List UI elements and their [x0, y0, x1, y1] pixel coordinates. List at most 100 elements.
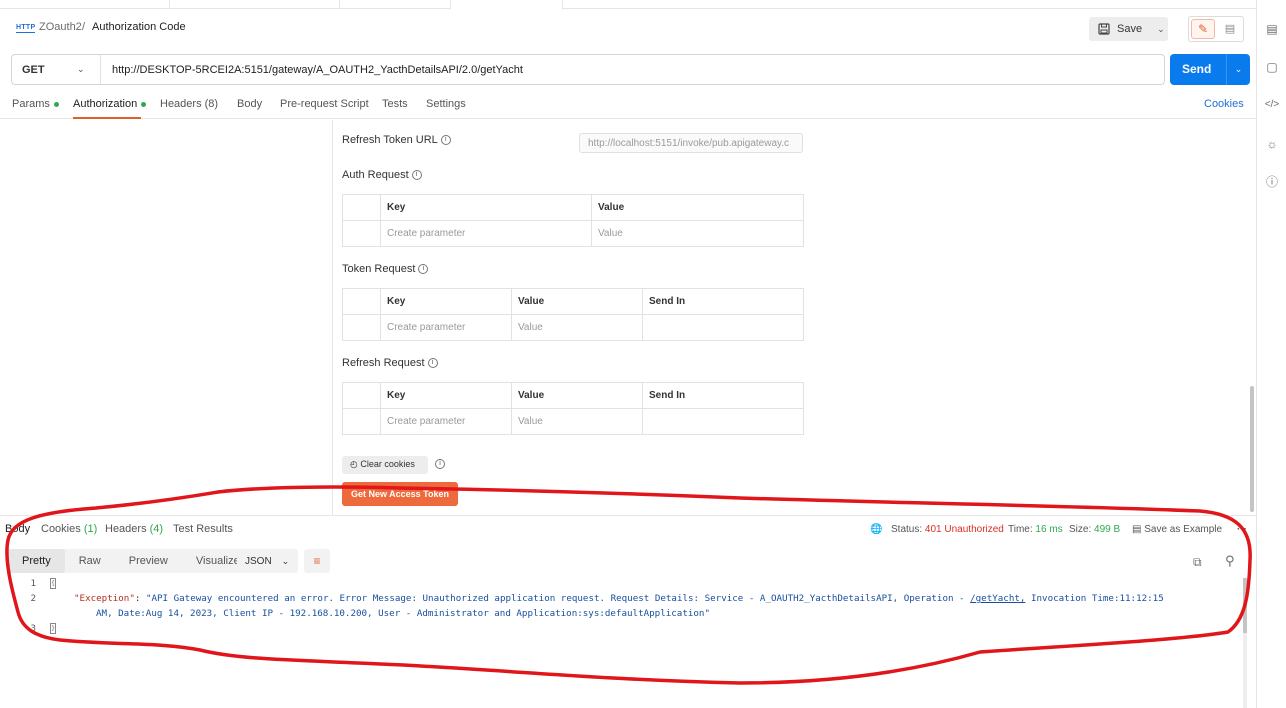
info-icon[interactable]: ⓘ [1264, 174, 1280, 190]
url-bar: GET ⌄ http://DESKTOP-5RCEI2A:5151/gatewa… [11, 54, 1165, 85]
send-button[interactable]: Send ⌄ [1170, 54, 1250, 85]
tab-tests[interactable]: Tests [382, 98, 408, 110]
value-input[interactable]: Value [511, 314, 643, 341]
col-value: Value [511, 288, 643, 315]
info-icon[interactable]: i [435, 459, 445, 469]
key-input[interactable]: Create parameter [380, 220, 592, 247]
comment-icon[interactable]: ▤ [1219, 19, 1241, 39]
code-line: AM, Date:Aug 14, 2023, Client IP - 192.1… [96, 608, 710, 619]
json-colon: : [134, 593, 146, 604]
send-label: Send [1182, 62, 1212, 76]
breadcrumb-collection[interactable]: ZOauth2 [39, 21, 82, 33]
view-pretty[interactable]: Pretty [8, 549, 65, 573]
http-icon: HTTP [16, 24, 36, 33]
info-icon[interactable]: i [440, 135, 451, 146]
value-input[interactable]: Value [591, 220, 804, 247]
fold-toggle-icon[interactable]: { [50, 578, 56, 589]
scrollbar-thumb[interactable] [1250, 386, 1254, 512]
fold-toggle-icon[interactable]: } [50, 623, 56, 634]
request-tabs: Params Authorization Headers (8) Body Pr… [0, 96, 1256, 119]
response-tab-cookies-label: Cookies [41, 523, 81, 535]
pencil-icon[interactable]: ✎ [1191, 19, 1215, 39]
clear-cookies-label: Clear cookies [360, 459, 415, 469]
col-key: Key [380, 288, 512, 315]
tab-settings[interactable]: Settings [426, 98, 466, 110]
refresh-request-table: Key Value Send In Create parameter Value [342, 382, 804, 435]
chevron-down-icon: ⌄ [77, 64, 85, 74]
response-scrollbar[interactable] [1243, 578, 1247, 708]
scrollbar-thumb[interactable] [1243, 578, 1247, 633]
copy-icon[interactable]: ⧉ [1193, 555, 1202, 570]
response-panel: Body Cookies (1) Headers (4) Test Result… [0, 515, 1256, 708]
json-value: Invocation Time:11:12:15 [1025, 593, 1164, 604]
response-tab-headers[interactable]: Headers (4) [105, 523, 163, 535]
tab-headers[interactable]: Headers (8) [160, 98, 218, 110]
size-info[interactable]: Size: 499 B [1069, 524, 1120, 535]
code-icon[interactable]: </> [1264, 97, 1280, 113]
value-input[interactable]: Value [511, 408, 643, 435]
right-sidebar: ▤ ▢ </> ☼ ⓘ [1256, 0, 1286, 708]
row-checkbox-cell [342, 220, 381, 247]
key-input[interactable]: Create parameter [380, 408, 512, 435]
document-icon[interactable]: ▤ [1264, 21, 1280, 37]
tab-strip [0, 0, 1256, 10]
tab-body[interactable]: Body [237, 98, 262, 110]
chevron-down-icon[interactable]: ⌄ [1157, 24, 1165, 35]
format-select[interactable]: JSON ⌄ [237, 549, 298, 573]
cookies-link[interactable]: Cookies [1204, 98, 1244, 110]
token-request-table: Key Value Send In Create parameter Value [342, 288, 804, 341]
json-value-link[interactable]: /getYacht, [970, 593, 1025, 604]
tab-params[interactable]: Params [12, 98, 59, 110]
method-select[interactable]: GET ⌄ [12, 55, 101, 84]
more-icon[interactable]: ··· [1237, 524, 1247, 535]
chevron-down-icon: ⌄ [281, 556, 290, 566]
request-header: HTTP ZOauth2 / Authorization Code Save ⌄… [0, 9, 1256, 49]
response-view-tabs: Pretty Raw Preview Visualize [8, 549, 254, 573]
row-checkbox-cell [342, 408, 381, 435]
save-as-example-label: Save as Example [1144, 524, 1223, 535]
breadcrumb-request-name[interactable]: Authorization Code [92, 21, 186, 33]
send-in-select[interactable] [642, 408, 804, 435]
url-input[interactable]: http://DESKTOP-5RCEI2A:5151/gateway/A_OA… [112, 64, 523, 76]
response-body-editor[interactable]: 1 { 2 "Exception": "API Gateway encounte… [0, 578, 1246, 638]
info-icon[interactable]: i [427, 358, 438, 369]
key-input[interactable]: Create parameter [380, 314, 512, 341]
bulb-icon[interactable]: ☼ [1264, 136, 1280, 152]
json-key: "Exception" [74, 593, 135, 604]
globe-icon[interactable]: 🌐 [870, 524, 882, 535]
view-preview[interactable]: Preview [115, 549, 182, 573]
comment-icon[interactable]: ▢ [1264, 59, 1280, 75]
col-key: Key [380, 382, 512, 409]
tab-prerequest-script[interactable]: Pre-request Script [280, 98, 369, 110]
send-in-select[interactable] [642, 314, 804, 341]
view-raw[interactable]: Raw [65, 549, 115, 573]
tab-authorization[interactable]: Authorization [73, 98, 147, 110]
save-icon: ▤ [1132, 524, 1145, 535]
col-value: Value [591, 194, 804, 221]
search-icon[interactable]: ⚲ [1225, 553, 1235, 569]
request-tab[interactable] [170, 0, 340, 9]
clear-cookies-button[interactable]: ◴ Clear cookies [342, 456, 428, 474]
info-icon[interactable]: i [418, 264, 429, 275]
refresh-request-text: Refresh Request [342, 357, 425, 369]
chevron-down-icon[interactable]: ⌄ [1226, 54, 1250, 85]
json-value: AM, Date:Aug 14, 2023, Client IP - 192.1… [96, 608, 710, 619]
save-button[interactable]: Save ⌄ [1089, 17, 1168, 41]
refresh-token-url-input[interactable]: http://localhost:5151/invoke/pub.apigate… [579, 133, 803, 153]
tab-authorization-label: Authorization [73, 98, 138, 110]
save-as-example-button[interactable]: ▤ Save as Example [1132, 524, 1222, 535]
get-new-access-token-button[interactable]: Get New Access Token [342, 482, 458, 506]
col-key: Key [380, 194, 592, 221]
wrap-icon[interactable]: ≡ [304, 549, 330, 573]
cookies-count: (1) [83, 523, 98, 535]
request-tab[interactable] [0, 0, 170, 9]
status-info[interactable]: Status: 401 Unauthorized [891, 524, 1004, 535]
response-tab-test-results[interactable]: Test Results [173, 523, 233, 535]
info-icon[interactable]: i [411, 170, 422, 181]
time-info[interactable]: Time: 16 ms [1008, 524, 1063, 535]
auth-request-table: Key Value Create parameter Value [342, 194, 804, 247]
response-tab-body[interactable]: Body [5, 523, 30, 535]
line-number: 2 [30, 593, 36, 604]
cookie-icon: ◴ [350, 459, 361, 469]
response-tab-cookies[interactable]: Cookies (1) [41, 523, 97, 535]
